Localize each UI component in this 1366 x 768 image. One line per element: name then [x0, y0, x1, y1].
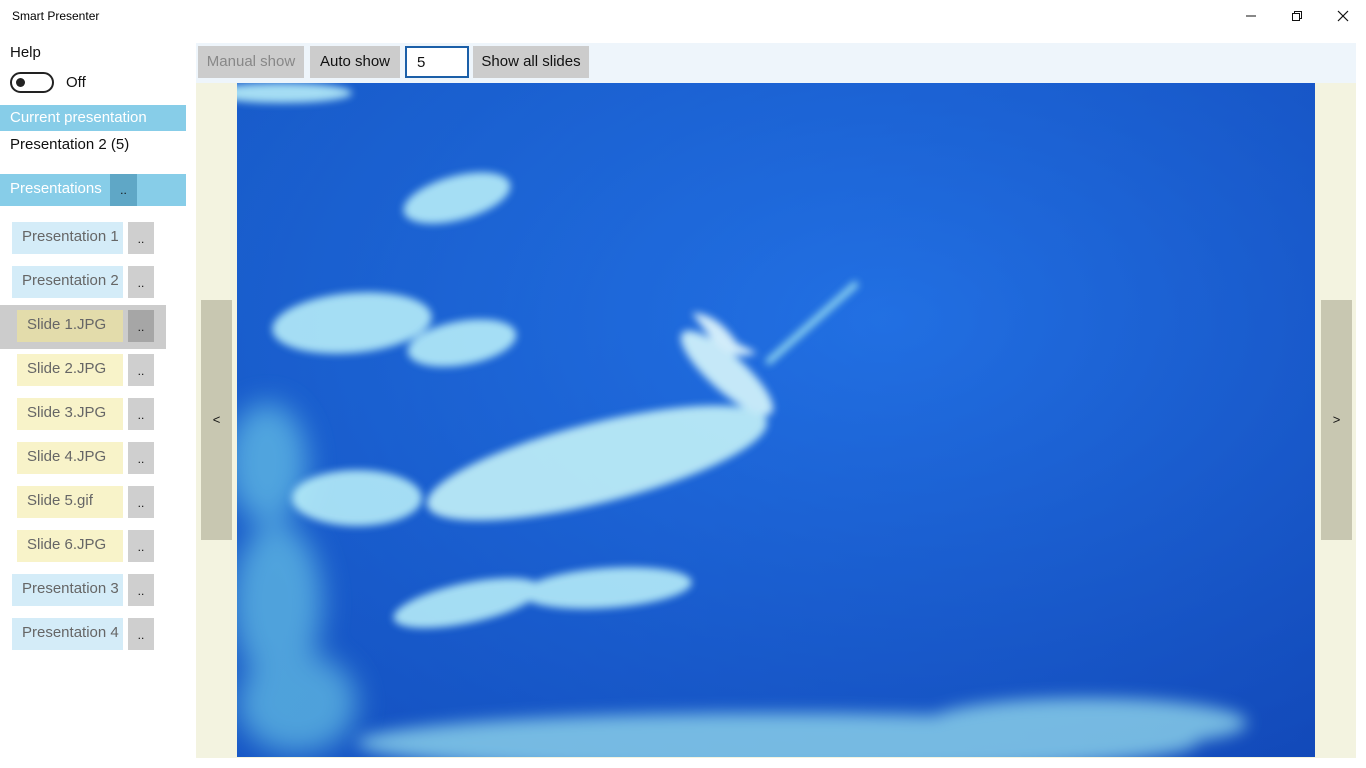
presentations-header-label: Presentations [10, 180, 102, 197]
current-presentation-name: Presentation 2 (5) [10, 136, 130, 153]
slide-5-more-button[interactable]: .. [128, 486, 154, 518]
auto-show-button[interactable]: Auto show [310, 46, 400, 78]
presentations-header: Presentations .. [0, 174, 186, 206]
slide-viewer: < > [196, 83, 1356, 758]
next-slide-button[interactable]: > [1321, 300, 1352, 540]
restore-button[interactable] [1274, 0, 1320, 32]
presentation-1-more-button[interactable]: .. [128, 222, 154, 254]
show-all-slides-button[interactable]: Show all slides [473, 46, 589, 78]
tree-item-slide-3[interactable]: Slide 3.JPG [17, 398, 123, 430]
minimize-button[interactable] [1228, 0, 1274, 32]
restore-icon [1292, 11, 1302, 21]
tree-item-presentation-2[interactable]: Presentation 2 [12, 266, 123, 298]
minimize-icon [1246, 15, 1256, 17]
slide-2-more-button[interactable]: .. [128, 354, 154, 386]
previous-slide-button[interactable]: < [201, 300, 232, 540]
slide-1-more-button[interactable]: .. [128, 310, 154, 342]
close-button[interactable] [1320, 0, 1366, 32]
current-presentation-header: Current presentation [0, 105, 186, 131]
presentation-4-more-button[interactable]: .. [128, 618, 154, 650]
presentation-2-more-button[interactable]: .. [128, 266, 154, 298]
toggle-knob [16, 78, 25, 87]
manual-show-button[interactable]: Manual show [198, 46, 304, 78]
tree-item-presentation-4[interactable]: Presentation 4 [12, 618, 123, 650]
help-label: Help [10, 44, 41, 61]
title-bar: Smart Presenter [0, 0, 1366, 32]
app-title: Smart Presenter [12, 9, 100, 23]
slide-3-more-button[interactable]: .. [128, 398, 154, 430]
help-toggle-state: Off [66, 74, 86, 91]
interval-input[interactable] [405, 46, 469, 78]
slide-image [237, 83, 1315, 757]
presentation-3-more-button[interactable]: .. [128, 574, 154, 606]
toolbar: Manual show Auto show Show all slides [196, 43, 1356, 83]
tree-item-slide-5[interactable]: Slide 5.gif [17, 486, 123, 518]
tree-item-slide-1[interactable]: Slide 1.JPG [17, 310, 123, 342]
help-toggle[interactable] [10, 72, 54, 93]
presentations-more-button[interactable]: .. [110, 174, 137, 206]
tree-item-slide-4[interactable]: Slide 4.JPG [17, 442, 123, 474]
slide-4-more-button[interactable]: .. [128, 442, 154, 474]
close-icon [1337, 10, 1349, 22]
tree-item-slide-2[interactable]: Slide 2.JPG [17, 354, 123, 386]
tree-item-presentation-3[interactable]: Presentation 3 [12, 574, 123, 606]
slide-6-more-button[interactable]: .. [128, 530, 154, 562]
tree-item-presentation-1[interactable]: Presentation 1 [12, 222, 123, 254]
underwater-dolphin-photo [237, 83, 1315, 757]
sidebar: Help Off Current presentation Presentati… [0, 32, 196, 768]
tree-item-slide-6[interactable]: Slide 6.JPG [17, 530, 123, 562]
